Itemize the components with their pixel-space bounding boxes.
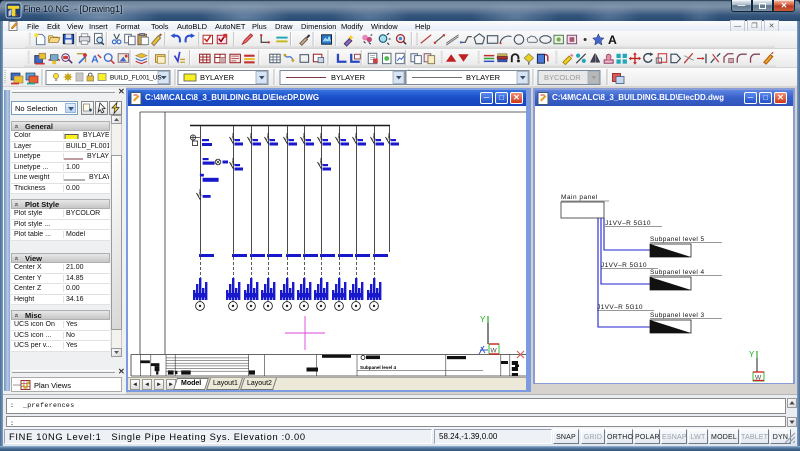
svg-text:W: W [491,348,498,355]
svg-text:Subpanel level 5: Subpanel level 5 [650,236,704,243]
svg-text:J1VV–R 5G10: J1VV–R 5G10 [597,304,643,311]
svg-text:J1VV–R 5G10: J1VV–R 5G10 [605,220,651,227]
svg-text:A: A [91,54,99,65]
svg-text:Plan Views: Plan Views [34,381,71,390]
svg-text:Main panel: Main panel [561,194,598,201]
svg-text:BYCOLOR: BYCOLOR [544,73,581,82]
svg-text:BYLAYER: BYLAYER [466,73,501,82]
svg-text:W: W [755,375,762,382]
svg-text:A: A [608,33,617,47]
svg-text:Subpanel level 3: Subpanel level 3 [650,312,704,319]
svg-text:BYLAYER: BYLAYER [331,73,366,82]
svg-text:Y: Y [749,350,755,359]
svg-text:J1VV–R 5G10: J1VV–R 5G10 [601,262,647,269]
svg-text:BYLAYER: BYLAYER [200,73,235,82]
svg-text:Y: Y [480,315,486,324]
svg-text:BUILD_FL001_US: BUILD_FL001_US [110,75,162,82]
svg-text:Subpanel level 4: Subpanel level 4 [360,365,396,370]
svg-text:Subpanel level 4: Subpanel level 4 [650,269,704,276]
